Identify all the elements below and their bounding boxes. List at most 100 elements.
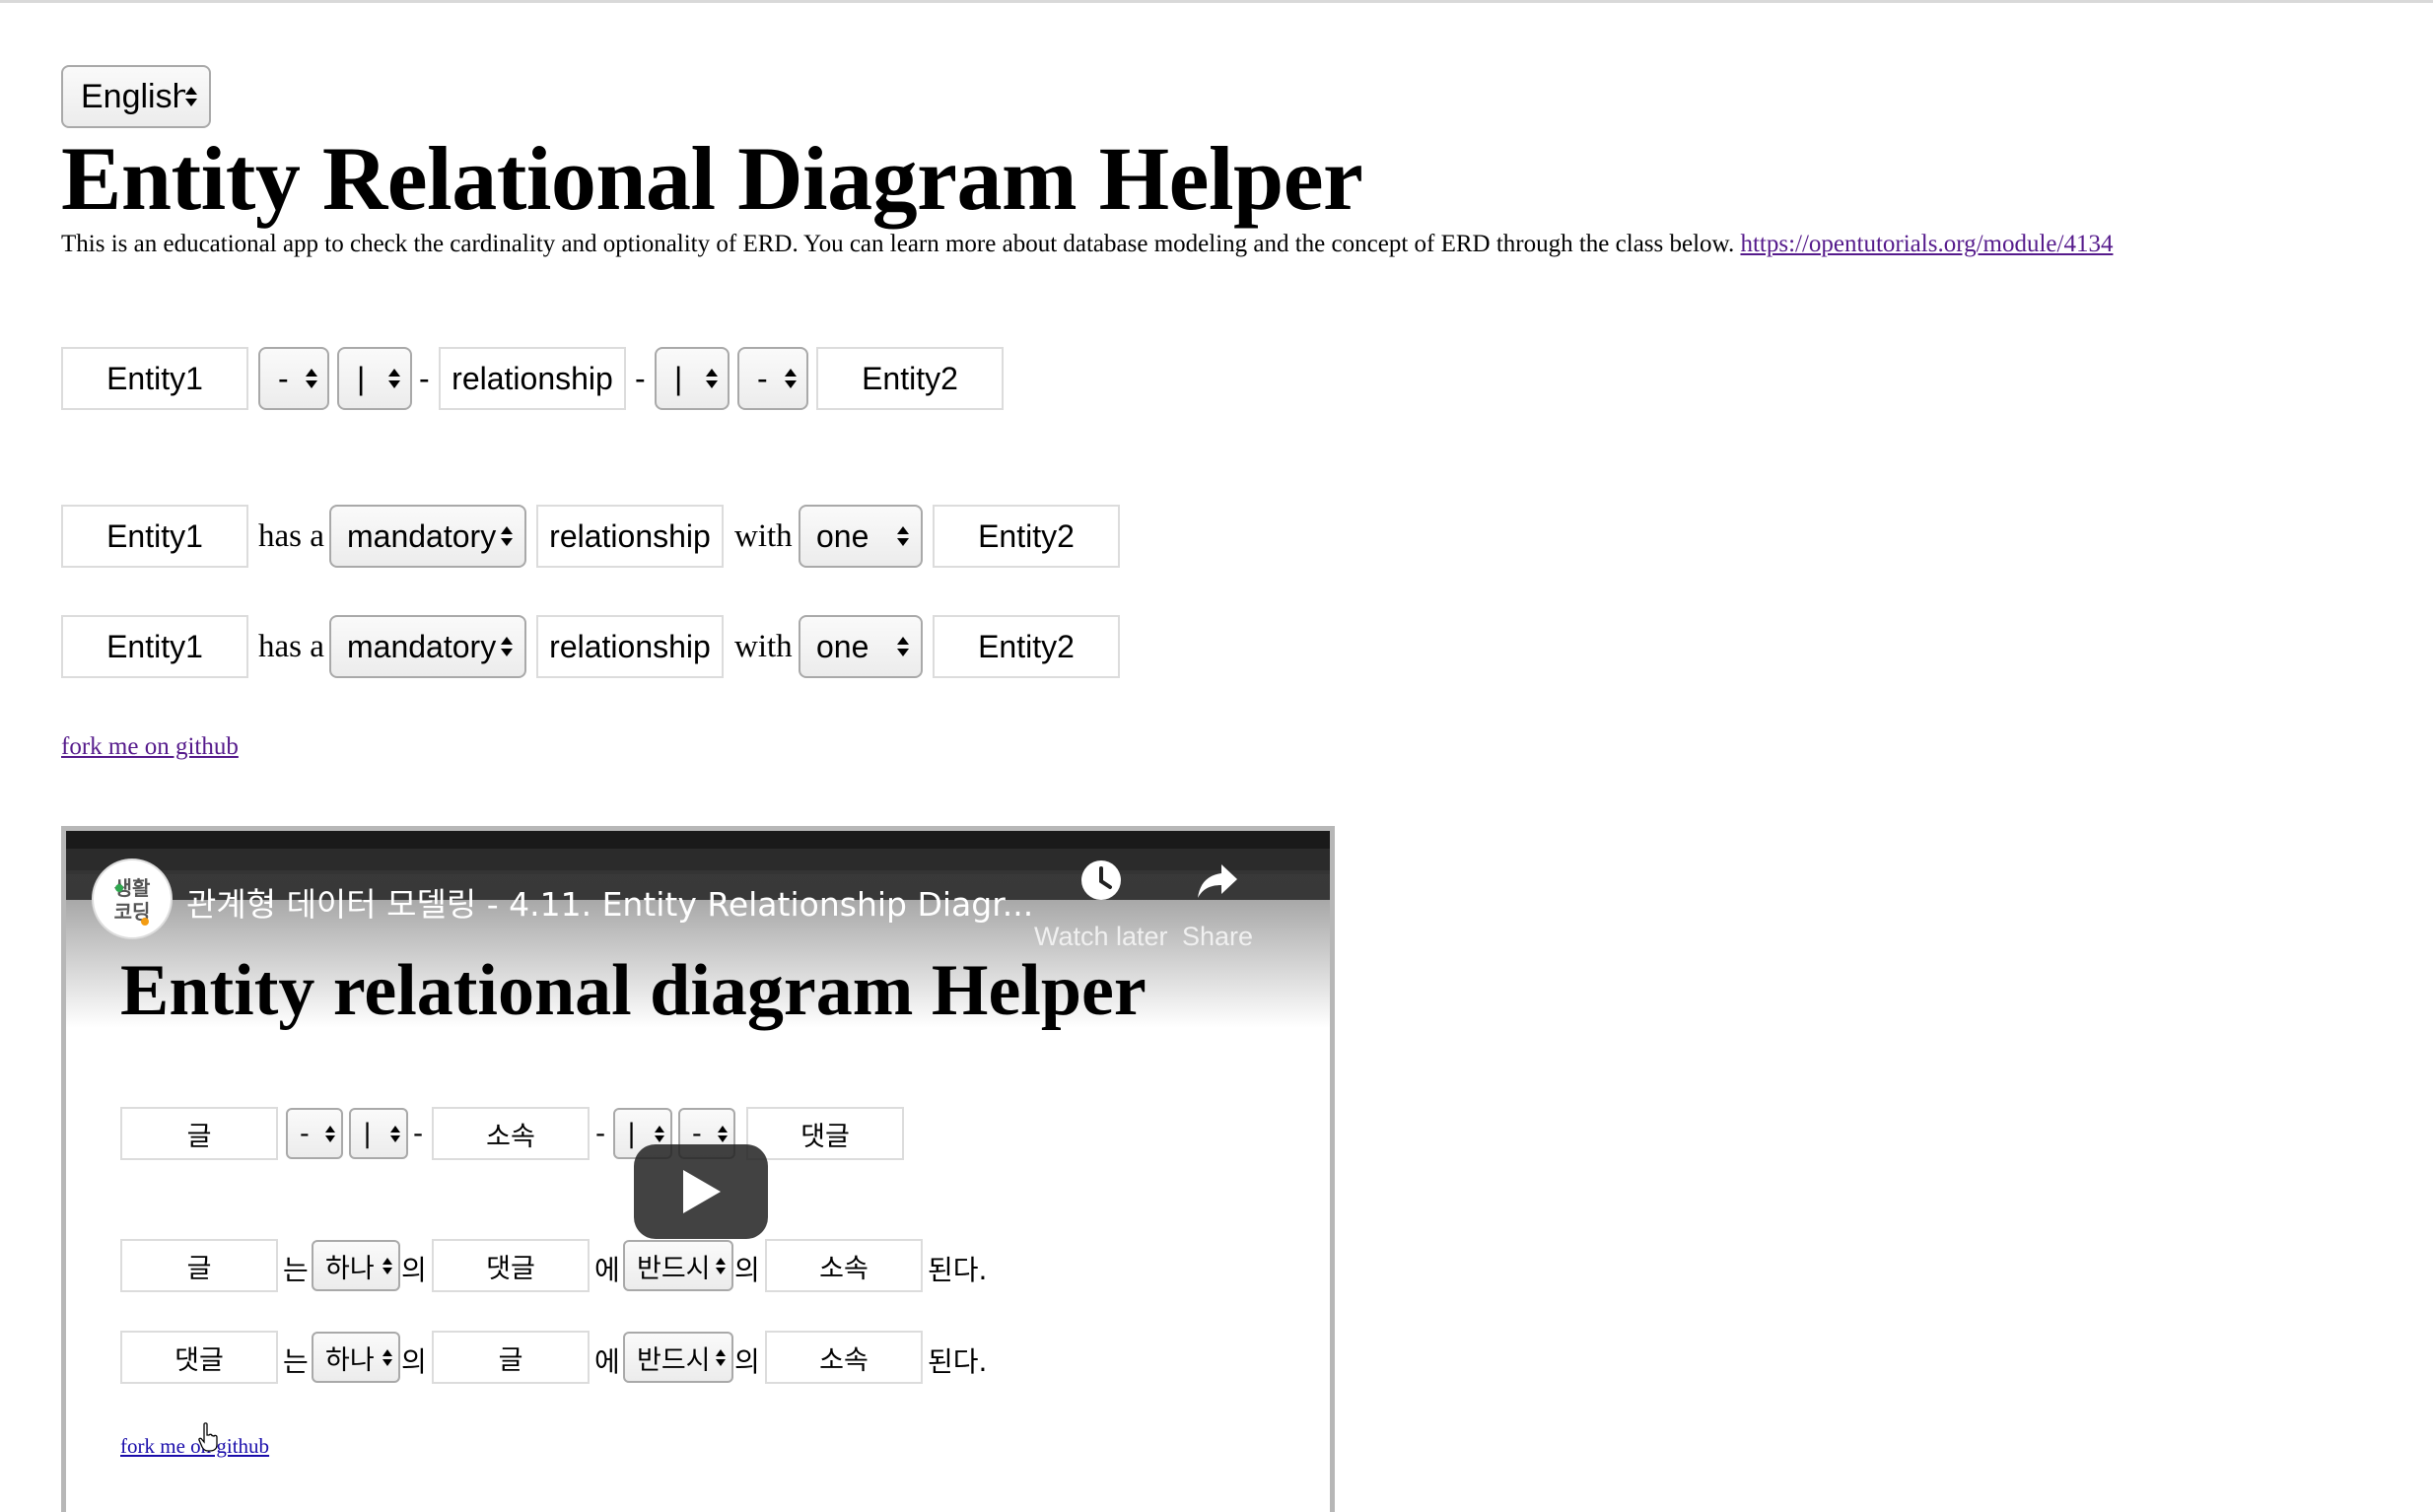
select-arrows-icon (306, 369, 317, 388)
video-sentence-relationship: 소속 (765, 1239, 923, 1292)
clock-icon (1080, 860, 1121, 900)
select-arrows-icon (501, 526, 513, 546)
select-arrows-icon (390, 1125, 400, 1142)
video-sentence-ending: 된다. (928, 1345, 988, 1378)
video-cardinality-value: 하나 (325, 1253, 375, 1284)
video-left-optionality-select: - (286, 1108, 343, 1159)
select-arrows-icon (706, 369, 718, 388)
select-arrows-icon (382, 1348, 392, 1366)
share-arrow-icon (1198, 864, 1238, 898)
sentence-entity-b-input[interactable]: Entity2 (933, 615, 1120, 678)
video-left-cardinality-value: | (363, 1118, 373, 1149)
optionality-select[interactable]: mandatory (329, 615, 526, 678)
video-diagram-entity1: 글 (120, 1107, 278, 1160)
has-a-label: has a (258, 518, 324, 554)
video-particle: 에 (594, 1345, 620, 1378)
video-heading: Entity relational diagram Helper (120, 950, 1147, 1031)
play-button[interactable] (634, 1144, 768, 1239)
video-sentence-ending: 된다. (928, 1254, 988, 1286)
has-a-label: has a (258, 629, 324, 664)
channel-logo-icon: 생활 코딩 (100, 866, 165, 931)
optionality-select[interactable]: mandatory (329, 505, 526, 568)
video-left-optionality-value: - (300, 1118, 310, 1149)
select-arrows-icon (785, 369, 797, 388)
diagram-relationship-input[interactable]: relationship (439, 347, 626, 410)
video-particle: 는 (283, 1254, 309, 1286)
video-particle: 의 (401, 1254, 427, 1286)
optionality-value: mandatory (347, 517, 497, 554)
select-arrows-icon (325, 1125, 335, 1142)
channel-logo[interactable]: 생활 코딩 (92, 859, 173, 939)
video-sentence-entity-b: 글 (432, 1331, 590, 1384)
youtube-embed[interactable]: 생활 코딩 관계형 데이터 모델링 - 4.11. Entity Relatio… (61, 826, 1335, 1512)
video-optionality-select: 반드시 (623, 1240, 733, 1291)
select-arrows-icon (897, 637, 909, 656)
sentence-entity-a-input[interactable]: Entity1 (61, 615, 248, 678)
diagram-dash-right: - (635, 361, 646, 396)
select-arrows-icon (716, 1257, 726, 1274)
play-icon (683, 1170, 721, 1213)
video-particle: 의 (734, 1254, 760, 1286)
video-os-menubar (66, 831, 1330, 849)
video-cardinality-value: 하나 (325, 1344, 375, 1376)
intro-paragraph: This is an educational app to check the … (61, 231, 2113, 258)
select-arrows-icon (716, 1348, 726, 1366)
sentence-entity-a-input[interactable]: Entity1 (61, 505, 248, 568)
watch-later-label: Watch later (1034, 922, 1168, 951)
video-title[interactable]: 관계형 데이터 모델링 - 4.11. Entity Relationship … (186, 878, 1033, 926)
cardinality-value: one (816, 517, 869, 554)
video-sentence-entity-a: 댓글 (120, 1331, 278, 1384)
with-label: with (734, 518, 793, 554)
language-select[interactable]: English (61, 65, 211, 128)
fork-paragraph: fork me on github (61, 733, 239, 761)
video-left-cardinality-select: | (349, 1108, 408, 1159)
cardinality-select[interactable]: one (799, 615, 923, 678)
right-optionality-select[interactable]: - (737, 347, 808, 410)
diagram-entity2-input[interactable]: Entity2 (816, 347, 1004, 410)
video-diagram-relationship: 소속 (432, 1107, 590, 1160)
video-optionality-value: 반드시 (637, 1344, 711, 1376)
video-diagram-dash-left: - (413, 1117, 424, 1149)
top-border (0, 0, 2433, 3)
video-diagram-dash-right: - (595, 1117, 606, 1149)
with-label: with (734, 629, 793, 664)
video-particle: 의 (401, 1345, 427, 1378)
right-optionality-value: - (757, 360, 768, 396)
right-cardinality-select[interactable]: | (655, 347, 730, 410)
select-arrows-icon (382, 1257, 392, 1274)
video-fork-paragraph: fork me on github (120, 1434, 269, 1459)
sentence-relationship-input[interactable]: relationship (536, 615, 724, 678)
select-arrows-icon (897, 526, 909, 546)
language-select-value: English (81, 77, 185, 115)
video-diagram-entity2: 댓글 (746, 1107, 904, 1160)
left-cardinality-value: | (357, 360, 366, 396)
video-particle: 는 (283, 1345, 309, 1378)
left-optionality-select[interactable]: - (258, 347, 329, 410)
video-sentence-entity-b: 댓글 (432, 1239, 590, 1292)
select-arrows-icon (655, 1125, 664, 1142)
share-button[interactable]: Share (1182, 859, 1253, 952)
cardinality-value: one (816, 628, 869, 664)
fork-github-link[interactable]: fork me on github (61, 733, 239, 760)
video-fork-github-link: fork me on github (120, 1434, 270, 1458)
select-arrows-icon (185, 87, 197, 106)
video-particle: 에 (594, 1254, 620, 1286)
page-title: Entity Relational Diagram Helper (61, 128, 1363, 229)
hand-cursor-icon (198, 1422, 218, 1452)
video-optionality-value: 반드시 (637, 1253, 711, 1284)
select-arrows-icon (388, 369, 400, 388)
left-optionality-value: - (278, 360, 289, 396)
video-sentence-entity-a: 글 (120, 1239, 278, 1292)
cardinality-select[interactable]: one (799, 505, 923, 568)
left-cardinality-select[interactable]: | (337, 347, 412, 410)
watch-later-button[interactable]: Watch later (1034, 859, 1168, 952)
sentence-relationship-input[interactable]: relationship (536, 505, 724, 568)
optionality-value: mandatory (347, 628, 497, 664)
diagram-dash-left: - (419, 361, 430, 396)
diagram-entity1-input[interactable]: Entity1 (61, 347, 248, 410)
video-particle: 의 (734, 1345, 760, 1378)
sentence-entity-b-input[interactable]: Entity2 (933, 505, 1120, 568)
module-link[interactable]: https://opentutorials.org/module/4134 (1740, 231, 2113, 257)
video-optionality-select: 반드시 (623, 1332, 733, 1383)
select-arrows-icon (501, 637, 513, 656)
